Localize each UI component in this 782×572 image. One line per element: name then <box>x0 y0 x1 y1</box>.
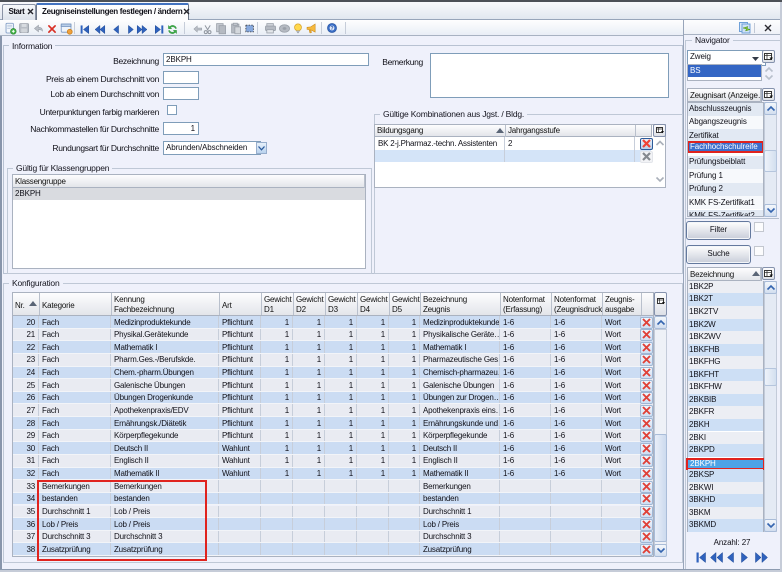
svg-text:?: ? <box>330 26 333 32</box>
